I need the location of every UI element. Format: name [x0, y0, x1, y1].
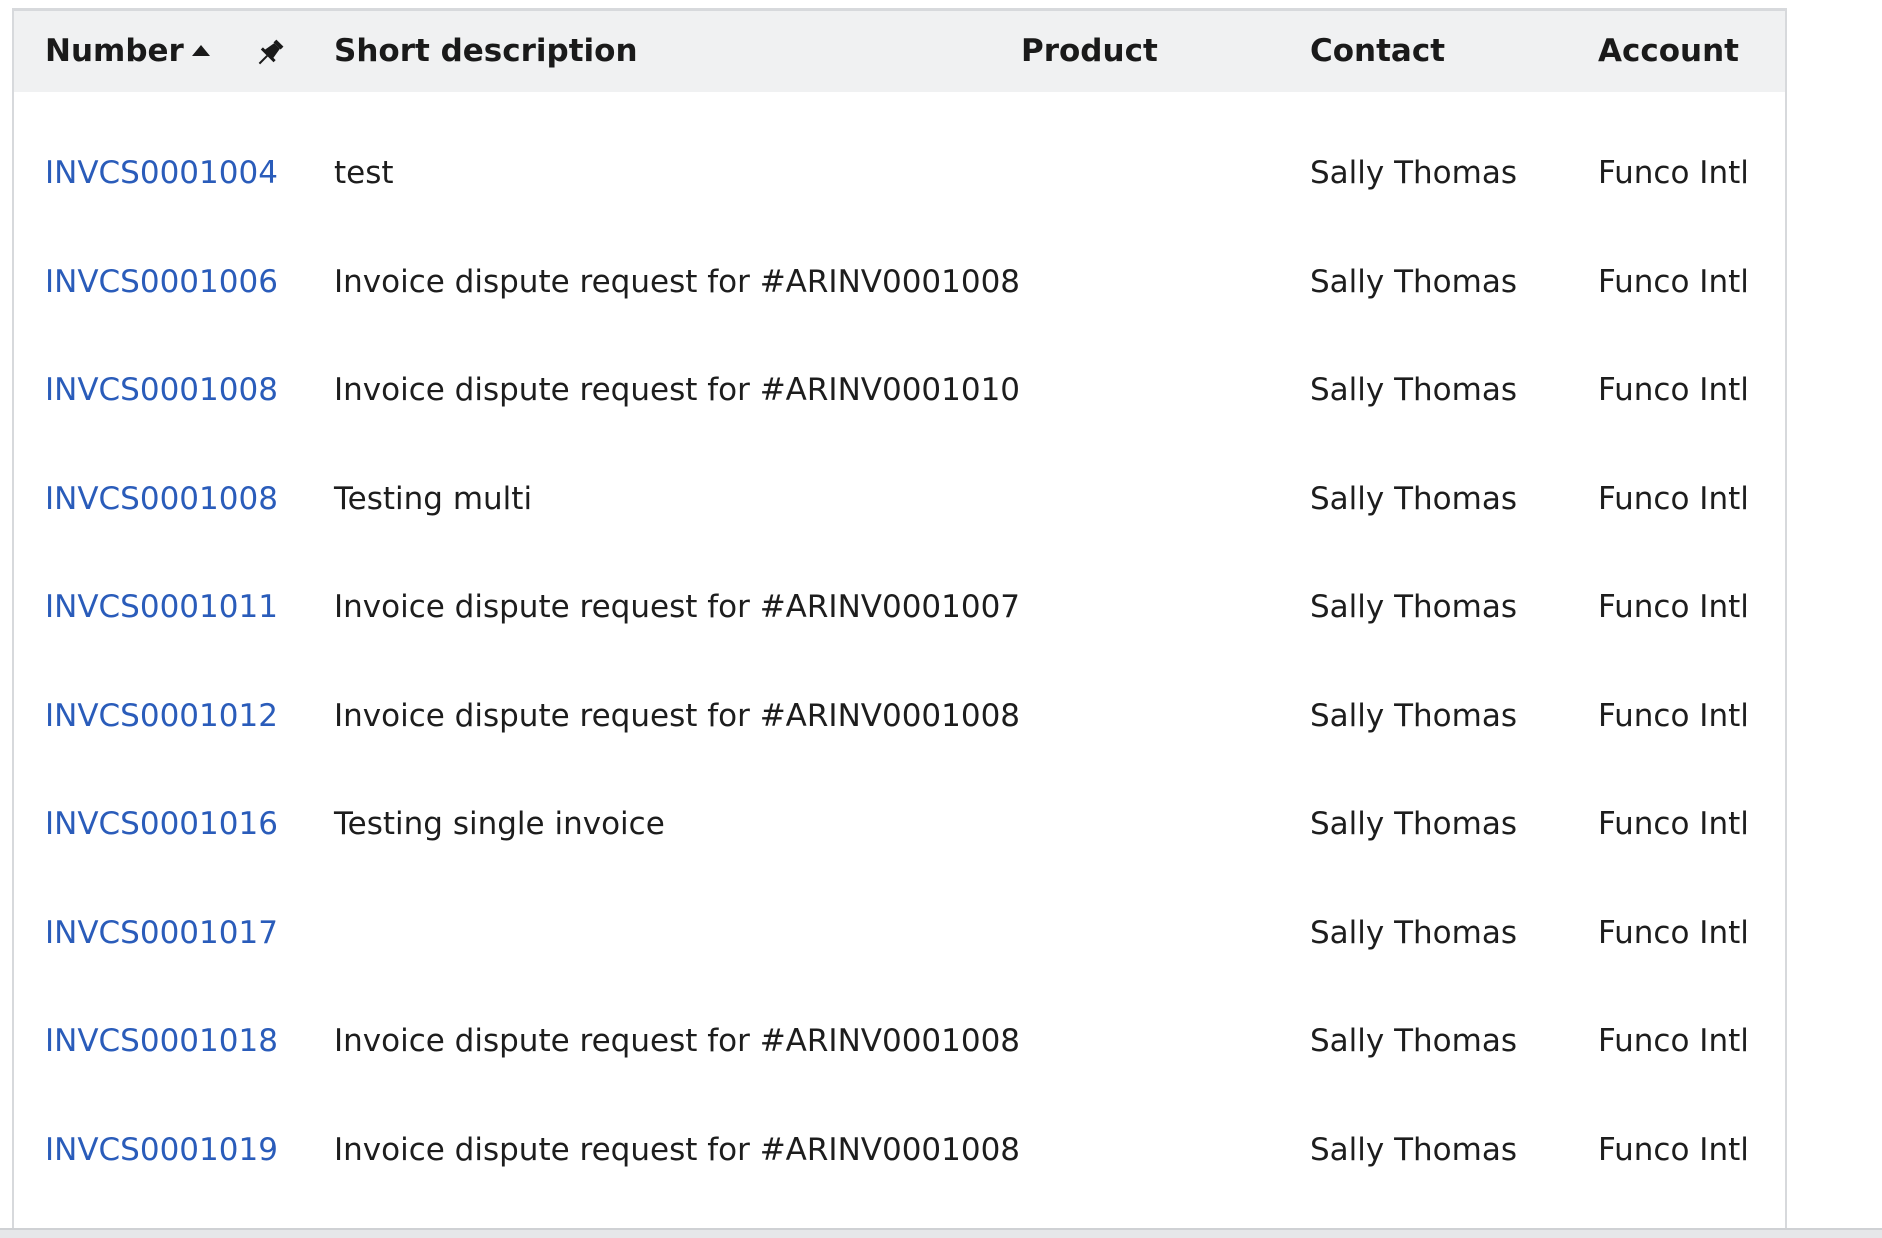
contact-cell: Sally Thomas: [1310, 155, 1517, 191]
contact-cell: Sally Thomas: [1310, 589, 1517, 625]
page: Number Short description Product Contact…: [0, 0, 1882, 1238]
column-header-product[interactable]: Product: [1021, 11, 1158, 92]
record-number-link[interactable]: INVCS0001008: [45, 336, 278, 445]
account-cell: Funco Intl: [1598, 480, 1749, 517]
record-number-link[interactable]: INVCS0001006: [45, 228, 278, 337]
record-number-link[interactable]: INVCS0001011: [45, 553, 278, 662]
pin-icon: [258, 39, 284, 65]
table-row: INVCS0001008 Invoice dispute request for…: [14, 336, 1785, 445]
table-body: INVCS0001004 test Sally Thomas Funco Int…: [14, 119, 1785, 1204]
account-cell: Funco Intl: [1598, 914, 1749, 951]
record-number-link[interactable]: INVCS0001018: [45, 987, 278, 1096]
table-row: INVCS0001011 Invoice dispute request for…: [14, 553, 1785, 662]
contact-cell: Sally Thomas: [1310, 697, 1517, 734]
column-header-contact[interactable]: Contact: [1310, 11, 1445, 92]
short-description-cell: Invoice dispute request for #ARINV000101…: [334, 372, 1021, 408]
contact-cell: Sally Thomas: [1310, 372, 1517, 408]
contact-cell: Sally Thomas: [1310, 263, 1517, 300]
table-row: INVCS0001018 Invoice dispute request for…: [14, 987, 1785, 1096]
table-row: INVCS0001004 test Sally Thomas Funco Int…: [14, 119, 1785, 228]
table-row: INVCS0001008 Testing multi Sally Thomas …: [14, 445, 1785, 554]
record-number-link[interactable]: INVCS0001017: [45, 879, 278, 988]
record-list-panel: Number Short description Product Contact…: [12, 8, 1787, 1228]
account-cell: Funco Intl: [1598, 1131, 1749, 1168]
short-description-cell: Testing single invoice: [334, 806, 665, 842]
short-description-cell: Invoice dispute request for #ARINV000100…: [334, 263, 1021, 300]
account-cell: Funco Intl: [1598, 155, 1749, 191]
short-description-cell: Invoice dispute request for #ARINV000100…: [334, 1131, 1021, 1168]
account-cell: Funco Intl: [1598, 263, 1749, 300]
record-number-link[interactable]: INVCS0001019: [45, 1096, 278, 1205]
column-header-account[interactable]: Account: [1598, 11, 1739, 92]
account-cell: Funco Intl: [1598, 372, 1749, 408]
account-cell: Funco Intl: [1598, 589, 1749, 625]
table-row: INVCS0001017 Sally Thomas Funco Intl: [14, 879, 1785, 988]
short-description-cell: Invoice dispute request for #ARINV000100…: [334, 589, 1021, 625]
record-number-link[interactable]: INVCS0001012: [45, 662, 278, 771]
table-row: INVCS0001016 Testing single invoice Sall…: [14, 770, 1785, 879]
record-number-link[interactable]: INVCS0001004: [45, 119, 278, 228]
table-header: Number Short description Product Contact…: [14, 11, 1785, 92]
record-number-link[interactable]: INVCS0001016: [45, 770, 278, 879]
contact-cell: Sally Thomas: [1310, 914, 1517, 951]
short-description-cell: Invoice dispute request for #ARINV000100…: [334, 697, 1021, 734]
horizontal-scrollbar[interactable]: [0, 1228, 1882, 1238]
contact-cell: Sally Thomas: [1310, 806, 1517, 842]
account-cell: Funco Intl: [1598, 1023, 1749, 1059]
table-row: INVCS0001006 Invoice dispute request for…: [14, 228, 1785, 337]
short-description-cell: Testing multi: [334, 480, 533, 517]
sort-ascending-icon[interactable]: [191, 45, 210, 56]
contact-cell: Sally Thomas: [1310, 1131, 1517, 1168]
account-cell: Funco Intl: [1598, 806, 1749, 842]
pin-column-button[interactable]: [252, 35, 288, 71]
table-row: INVCS0001019 Invoice dispute request for…: [14, 1096, 1785, 1205]
contact-cell: Sally Thomas: [1310, 1023, 1517, 1059]
table-row: INVCS0001012 Invoice dispute request for…: [14, 662, 1785, 771]
short-description-cell: test: [334, 155, 394, 191]
column-header-short-description[interactable]: Short description: [334, 11, 638, 92]
short-description-cell: Invoice dispute request for #ARINV000100…: [334, 1023, 1021, 1059]
column-header-number-label: Number: [45, 33, 184, 69]
contact-cell: Sally Thomas: [1310, 480, 1517, 517]
account-cell: Funco Intl: [1598, 697, 1749, 734]
record-number-link[interactable]: INVCS0001008: [45, 445, 278, 554]
column-header-number[interactable]: Number: [45, 11, 210, 92]
